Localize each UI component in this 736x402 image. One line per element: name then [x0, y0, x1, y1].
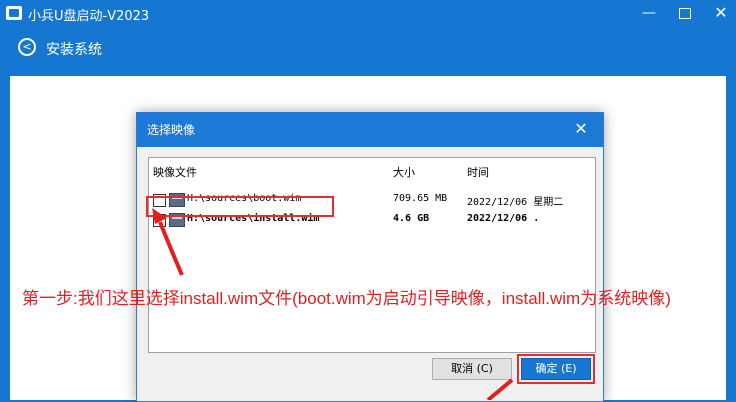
arrow-to-install-wim — [152, 208, 184, 276]
annotation-arrows — [152, 208, 514, 400]
arrow-to-ok-button — [486, 378, 514, 400]
